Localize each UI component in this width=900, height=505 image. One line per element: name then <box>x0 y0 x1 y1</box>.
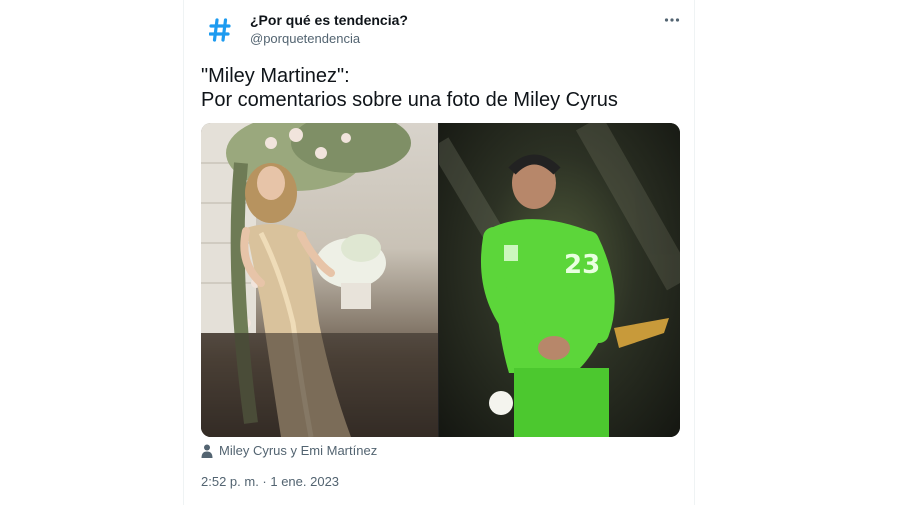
tweet-text-line-2: Por comentarios sobre una foto de Miley … <box>201 89 618 111</box>
tweet-media[interactable]: 23 <box>201 123 680 437</box>
person-icon <box>201 444 213 458</box>
miley-photo-illustration <box>201 123 438 437</box>
more-options-icon <box>664 18 680 22</box>
tweet-timestamp[interactable]: 2:52 p. m. · 1 ene. 2023 <box>201 474 339 489</box>
author-handle[interactable]: @porquetendencia <box>250 31 360 46</box>
miley-photo[interactable] <box>201 123 438 437</box>
tweet-text: "Miley Martinez": Por comentarios sobre … <box>201 64 681 112</box>
emi-photo[interactable]: 23 <box>439 123 680 437</box>
page: ¿Por qué es tendencia? @porquetendencia … <box>0 0 900 505</box>
tags-text[interactable]: Miley Cyrus y Emi Martínez <box>219 443 377 458</box>
more-options-button[interactable] <box>660 10 684 30</box>
author-avatar[interactable] <box>202 12 238 48</box>
media-tags[interactable]: Miley Cyrus y Emi Martínez <box>201 443 377 458</box>
tweet-text-line-1: "Miley Martinez": <box>201 65 350 87</box>
author-display-name[interactable]: ¿Por qué es tendencia? <box>250 12 408 28</box>
hashtag-icon <box>209 18 231 42</box>
emi-photo-illustration: 23 <box>439 123 680 437</box>
svg-text:23: 23 <box>564 250 600 280</box>
